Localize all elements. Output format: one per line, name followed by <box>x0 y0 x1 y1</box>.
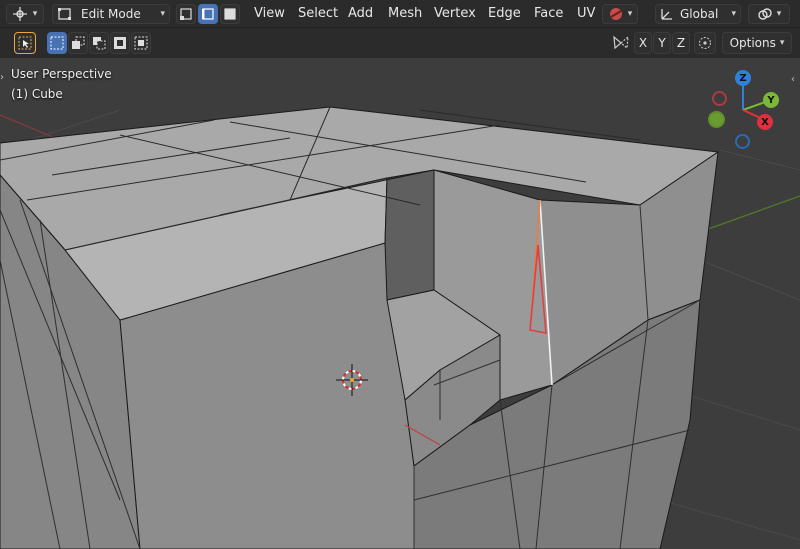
edge-select-button[interactable] <box>198 4 218 24</box>
view-name: User Perspective <box>11 67 112 81</box>
menu-face[interactable]: Face <box>530 5 567 23</box>
gizmo-neg-z-axis[interactable] <box>735 134 750 149</box>
edit-mode-icon <box>58 8 71 20</box>
mirror-z-toggle[interactable]: Z <box>672 32 690 54</box>
3d-viewport[interactable]: User Perspective (1) Cube › ‹ Z Y X <box>0 58 800 549</box>
vertex-select-button[interactable] <box>176 4 196 24</box>
menu-uv[interactable]: UV <box>573 5 599 23</box>
select-invert-icon <box>114 37 126 49</box>
chevron-down-icon: ▾ <box>627 9 633 19</box>
vertex-select-icon <box>180 8 192 20</box>
cube-mesh <box>0 106 719 549</box>
mirror-y-toggle[interactable]: Y <box>653 32 671 54</box>
select-subtract-icon <box>93 37 106 50</box>
link-icon <box>758 8 772 20</box>
viewport-header: ▾ Edit Mode ▾ View Select Add Mesh Verte… <box>0 0 800 28</box>
select-extend-button[interactable] <box>68 32 88 54</box>
chevron-down-icon: ▾ <box>32 9 38 19</box>
editor-type-icon <box>12 7 27 21</box>
transform-orientation-dropdown[interactable]: Global ▾ <box>655 4 741 24</box>
navigation-gizmo[interactable]: Z Y X <box>705 68 785 154</box>
chevron-down-icon: ▾ <box>160 9 165 19</box>
options-dropdown[interactable]: Options ▾ <box>722 32 792 54</box>
menu-view[interactable]: View <box>250 5 289 23</box>
chevron-right-icon[interactable]: › <box>0 72 4 83</box>
snap-pivot-dropdown[interactable]: ▾ <box>748 4 790 24</box>
menu-mesh[interactable]: Mesh <box>384 5 426 23</box>
select-intersect-icon <box>134 36 148 50</box>
proportional-edit-icon <box>699 37 711 49</box>
chevron-left-icon[interactable]: ‹ <box>791 74 795 85</box>
editor-type-button[interactable]: ▾ <box>6 4 44 24</box>
select-tool-button[interactable] <box>14 32 36 54</box>
select-new-button[interactable] <box>47 32 67 54</box>
material-sphere-icon <box>609 8 622 20</box>
menu-add[interactable]: Add <box>344 5 377 23</box>
chevron-down-icon: ▾ <box>776 9 782 19</box>
mesh-canvas[interactable] <box>0 58 800 549</box>
object-name: (1) Cube <box>11 87 63 101</box>
face-select-button[interactable] <box>220 4 240 24</box>
select-invert-button[interactable] <box>110 32 130 54</box>
menu-select[interactable]: Select <box>294 5 342 23</box>
select-new-icon <box>50 36 64 50</box>
gizmo-neg-y-axis[interactable] <box>708 111 725 128</box>
gizmo-x-axis[interactable]: X <box>757 114 773 130</box>
gizmo-y-axis[interactable]: Y <box>763 92 779 108</box>
mirror-butterfly-icon <box>612 34 630 52</box>
chevron-down-icon: ▾ <box>731 9 736 19</box>
mode-dropdown[interactable]: Edit Mode ▾ <box>52 4 170 24</box>
edge-select-icon <box>202 8 214 20</box>
cursor-arrow-icon <box>18 36 32 50</box>
select-intersect-button[interactable] <box>131 32 151 54</box>
gizmo-neg-x-axis[interactable] <box>712 91 727 106</box>
options-label: Options <box>729 36 776 50</box>
tool-settings-bar: X Y Z Options ▾ <box>0 28 800 58</box>
shading-dropdown[interactable]: ▾ <box>602 4 638 24</box>
y-axis-line <box>699 195 800 233</box>
menu-edge[interactable]: Edge <box>484 5 525 23</box>
select-subtract-button[interactable] <box>89 32 109 54</box>
menu-vertex[interactable]: Vertex <box>430 5 480 23</box>
proportional-edit-button[interactable] <box>694 32 716 54</box>
orientation-label: Global <box>680 7 719 21</box>
mirror-x-toggle[interactable]: X <box>634 32 652 54</box>
select-extend-icon <box>72 36 85 49</box>
mode-label: Edit Mode <box>81 7 141 21</box>
gizmo-z-axis[interactable]: Z <box>735 70 751 86</box>
orientation-axes-icon <box>661 9 672 20</box>
face-select-icon <box>224 8 236 20</box>
chevron-down-icon: ▾ <box>779 38 785 48</box>
